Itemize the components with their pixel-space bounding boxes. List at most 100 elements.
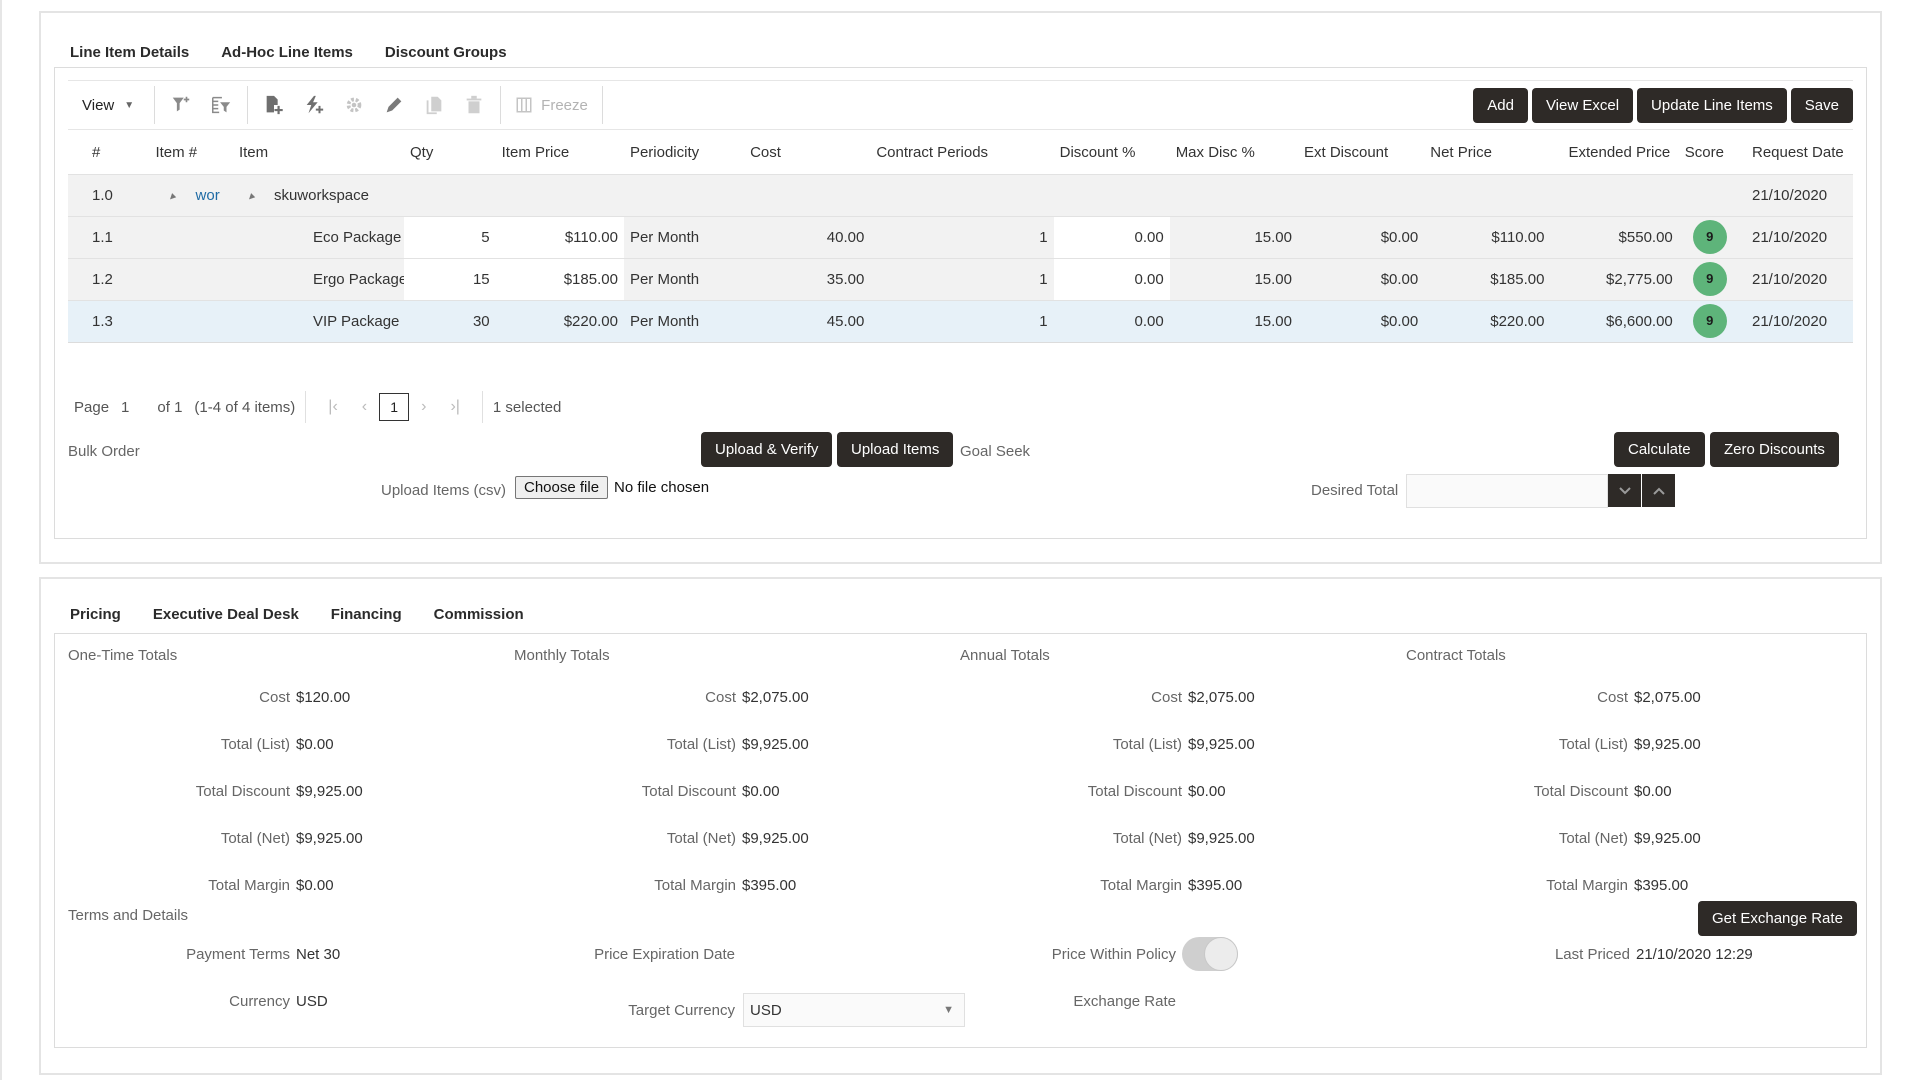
cell-item-price[interactable]: $220.00 xyxy=(495,299,624,342)
totals-value: $9,925.00 xyxy=(296,783,363,800)
increment-button[interactable] xyxy=(1642,474,1675,507)
column-header-max-disc-pct[interactable]: Max Disc % xyxy=(1170,132,1298,174)
column-header-qty[interactable]: Qty xyxy=(404,132,496,174)
current-page-button[interactable]: 1 xyxy=(379,393,410,421)
totals-label: Cost xyxy=(1151,689,1182,706)
decrement-button[interactable] xyxy=(1608,474,1641,507)
price-within-policy-field: Price Within Policy xyxy=(855,937,1238,971)
trash-icon[interactable] xyxy=(454,85,494,125)
totals-value: $0.00 xyxy=(296,736,334,753)
page-number-input[interactable]: 1 xyxy=(121,399,129,416)
next-page-icon[interactable]: › xyxy=(421,398,426,416)
cell-qty[interactable]: 30 xyxy=(404,299,496,342)
pricing-tabs: Pricing Executive Deal Desk Financing Co… xyxy=(54,595,540,637)
cell-number: 1.0 xyxy=(68,173,150,216)
page-label: Page xyxy=(74,398,110,416)
last-priced-value: 21/10/2020 12:29 xyxy=(1636,946,1753,963)
price-within-policy-label: Price Within Policy xyxy=(1051,945,1176,963)
totals-label: Cost xyxy=(259,689,290,706)
choose-file-button[interactable]: Choose file xyxy=(515,476,609,499)
totals-label: Total (List) xyxy=(220,736,290,753)
column-header-cost[interactable]: Cost xyxy=(744,132,870,174)
upload-verify-button[interactable]: Upload & Verify xyxy=(701,432,833,467)
cell-itemnum xyxy=(149,299,233,342)
column-header-periodicity[interactable]: Periodicity xyxy=(624,132,744,174)
view-excel-button[interactable]: View Excel xyxy=(1531,87,1634,123)
freeze-button[interactable]: Freeze xyxy=(507,96,596,114)
totals-value: $2,075.00 xyxy=(1634,689,1701,706)
first-page-icon[interactable]: |‹ xyxy=(328,398,337,416)
cell-qty[interactable]: 15 xyxy=(404,257,496,300)
save-button[interactable]: Save xyxy=(1790,87,1853,123)
copy-icon[interactable] xyxy=(414,85,454,125)
tab-executive-deal-desk[interactable]: Executive Deal Desk xyxy=(137,595,315,635)
chevron-down-icon xyxy=(1618,486,1631,494)
last-page-icon[interactable]: ›| xyxy=(450,398,459,416)
tab-pricing[interactable]: Pricing xyxy=(54,595,137,637)
group-row[interactable]: 1.0 ▼ wor ▼ skuworkspace 21/10/2020 xyxy=(68,173,1853,216)
add-button[interactable]: Add xyxy=(1473,87,1528,123)
totals-value: $9,925.00 xyxy=(742,736,809,753)
column-header-discount-pct[interactable]: Discount % xyxy=(1054,132,1170,174)
totals-field-total-margin: Total Margin $395.00 xyxy=(1406,877,1688,894)
previous-page-icon[interactable]: ‹ xyxy=(362,398,367,416)
column-header-extended-price[interactable]: Extended Price xyxy=(1550,132,1678,174)
zero-discounts-button[interactable]: Zero Discounts xyxy=(1710,432,1839,467)
view-menu-button[interactable]: View ▼ xyxy=(68,81,148,129)
totals-field-total-margin: Total Margin $0.00 xyxy=(68,877,333,894)
cell-discount-pct[interactable]: 0.00 xyxy=(1053,215,1170,258)
score-badge: 9 xyxy=(1692,220,1727,254)
update-line-items-button[interactable]: Update Line Items xyxy=(1637,87,1787,123)
desired-total-field xyxy=(1406,474,1675,508)
totals-value: $0.00 xyxy=(1188,783,1226,800)
cell-discount-pct[interactable]: 0.00 xyxy=(1053,257,1170,300)
gear-icon[interactable] xyxy=(334,85,374,125)
column-header-item-number[interactable]: Item # xyxy=(149,132,232,174)
collapse-triangle-icon[interactable]: ▼ xyxy=(165,190,180,205)
item-number-link[interactable]: wor xyxy=(196,187,220,204)
upload-items-button[interactable]: Upload Items xyxy=(837,432,954,467)
column-header-item-price[interactable]: Item Price xyxy=(496,132,624,174)
toolbar-divider xyxy=(247,86,249,124)
column-header-request-date[interactable]: Request Date xyxy=(1746,132,1853,174)
totals-value: $2,075.00 xyxy=(742,689,809,706)
cell-net-price: $220.00 xyxy=(1424,299,1551,342)
totals-field-total-net: Total (Net) $9,925.00 xyxy=(68,830,363,847)
column-header-contract-periods[interactable]: Contract Periods xyxy=(870,132,1053,174)
cell-item-price[interactable]: $110.00 xyxy=(495,215,624,258)
collapse-triangle-icon[interactable]: ▼ xyxy=(243,190,258,205)
column-header-item[interactable]: Item xyxy=(233,132,404,174)
price-within-policy-toggle[interactable] xyxy=(1182,937,1238,971)
add-document-icon[interactable] xyxy=(254,85,294,125)
calculate-button[interactable]: Calculate xyxy=(1614,432,1705,467)
toolbar-divider xyxy=(500,86,502,124)
page-of-label: of 1 xyxy=(157,398,183,416)
column-header-net-price[interactable]: Net Price xyxy=(1424,132,1550,174)
add-filter-icon[interactable] xyxy=(161,85,201,125)
column-header-number[interactable]: # xyxy=(68,132,149,174)
add-lightning-icon[interactable] xyxy=(294,85,334,125)
table-row[interactable]: 1.1 Eco Package 5 $110.00 Per Month 40.00 1 0.0… xyxy=(68,215,1853,258)
cell-discount-pct[interactable]: 0.00 xyxy=(1053,299,1170,342)
cell-item-price[interactable]: $185.00 xyxy=(495,257,624,300)
filter-list-icon[interactable] xyxy=(201,85,241,125)
desired-total-input[interactable] xyxy=(1406,474,1608,508)
get-exchange-rate-button[interactable]: Get Exchange Rate xyxy=(1698,901,1857,936)
cell-extended-price: $6,600.00 xyxy=(1550,299,1679,342)
tab-commission[interactable]: Commission xyxy=(418,595,540,635)
column-header-score[interactable]: Score xyxy=(1679,132,1746,174)
column-header-ext-discount[interactable]: Ext Discount xyxy=(1298,132,1424,174)
tab-financing[interactable]: Financing xyxy=(315,595,418,635)
cell-item: Ergo Package xyxy=(232,257,404,300)
totals-label: Total Margin xyxy=(654,877,736,894)
table-row[interactable]: 1.2 Ergo Package 15 $185.00 Per Month 35.00 1 0… xyxy=(68,257,1853,300)
view-label: View xyxy=(82,96,115,114)
cell-score: 9 xyxy=(1678,215,1746,258)
table-row[interactable]: 1.3 VIP Package 30 $220.00 Per Month 45.00 1 0.… xyxy=(68,299,1853,342)
file-input[interactable]: Choose file No file chosen xyxy=(515,476,709,499)
payment-terms-field: Payment Terms Net 30 xyxy=(68,946,340,963)
toolbar-divider xyxy=(601,86,603,124)
cell-qty[interactable]: 5 xyxy=(404,215,496,258)
pencil-icon[interactable] xyxy=(374,85,414,125)
totals-label: Total (Net) xyxy=(1112,830,1182,847)
